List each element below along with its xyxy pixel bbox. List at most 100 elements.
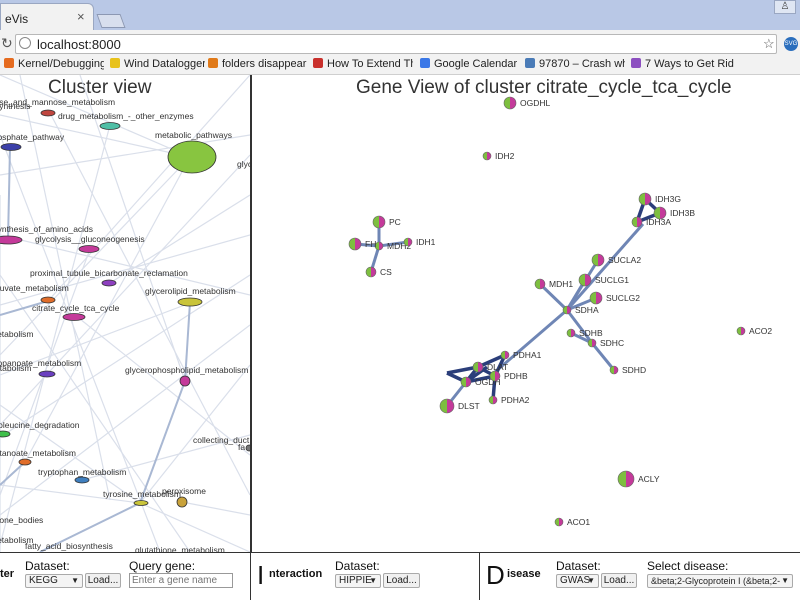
- cluster-node: [99, 122, 121, 130]
- query-gene-input[interactable]: [129, 573, 233, 588]
- bookmark-star-icon[interactable]: ☆: [763, 36, 775, 52]
- chevron-down-icon: ▼: [369, 576, 377, 585]
- gene-label: IDH3A: [646, 217, 671, 227]
- interaction-dataset-select[interactable]: HIPPIE ▼: [335, 574, 381, 588]
- gene-graph[interactable]: OGDHLIDH2PCMDH2 IDH1FHCSIDH3GIDH3BIDH3ASU…: [252, 75, 800, 552]
- cluster-label: fatty_acid_biosynthesis: [25, 541, 113, 551]
- bookmark-item[interactable]: 7 Ways to Get Rid: [631, 57, 741, 72]
- cluster-node: [101, 279, 117, 287]
- gene-node[interactable]: PDHB: [489, 370, 528, 382]
- address-bar[interactable]: [15, 34, 777, 54]
- cluster-dataset-label: Dataset:: [25, 559, 70, 573]
- gene-label: IDH1: [416, 237, 436, 247]
- interaction-load-button[interactable]: Load...: [383, 573, 420, 588]
- bookmark-item[interactable]: How To Extend Th: [313, 57, 413, 72]
- gene-node[interactable]: OGDHL: [503, 96, 551, 110]
- cluster-graph[interactable]: fructose_and_mannose_metabolismsynthesis…: [0, 75, 250, 552]
- gene-node[interactable]: CS: [365, 266, 392, 278]
- reload-icon[interactable]: ↻: [1, 35, 13, 52]
- cluster-dataset-select[interactable]: KEGG ▼: [25, 574, 83, 588]
- gene-label: OGDHL: [520, 98, 551, 108]
- cluster-node: [78, 245, 100, 253]
- bookmark-item[interactable]: Kernel/Debugging: [4, 57, 104, 72]
- control-divider: [250, 552, 251, 600]
- cluster-load-button[interactable]: Load...: [85, 573, 121, 588]
- gene-node[interactable]: PC: [372, 215, 401, 229]
- interaction-dataset-value: HIPPIE: [339, 575, 372, 586]
- bookmark-favicon-icon: [4, 58, 14, 68]
- disease-dataset-label: Dataset:: [556, 559, 601, 573]
- gene-label: PDHA2: [501, 395, 530, 405]
- cluster-node: [40, 109, 56, 117]
- cluster-node: [62, 313, 86, 321]
- cluster-label: ketone_bodies: [0, 515, 43, 525]
- gene-node[interactable]: IDH3G: [638, 192, 681, 206]
- gene-node[interactable]: DLST: [439, 398, 480, 414]
- disease-dataset-select[interactable]: GWAS ▼: [556, 574, 599, 588]
- gene-label: SDHD: [622, 365, 646, 375]
- cluster-node: [74, 476, 90, 484]
- gene-node[interactable]: ACO2: [736, 326, 772, 336]
- gene-node[interactable]: PDHA2: [488, 395, 530, 405]
- gene-node[interactable]: SDHD: [609, 365, 646, 375]
- cluster-label: glutathione_metabolism: [135, 545, 225, 552]
- gene-view-panel[interactable]: Gene View of cluster citrate_cycle_tca_c…: [252, 75, 800, 552]
- control-divider: [479, 552, 480, 600]
- bookmark-item[interactable]: 97870 – Crash wh: [525, 57, 625, 72]
- gene-node[interactable]: IDH2: [482, 151, 515, 161]
- gene-node[interactable]: ACO1: [554, 517, 590, 527]
- gene-label: SUCLG1: [595, 275, 629, 285]
- tab-close-icon[interactable]: ×: [77, 9, 85, 24]
- chevron-down-icon: ▼: [781, 576, 789, 585]
- disease-load-button[interactable]: Load...: [601, 573, 637, 588]
- gene-node[interactable]: SDHC: [587, 338, 624, 348]
- gene-node[interactable]: SUCLA2: [591, 253, 641, 267]
- gene-node[interactable]: DLAT: [472, 361, 508, 373]
- cluster-label: glycolysis__gluconeogenesis: [35, 234, 145, 244]
- cluster-label: synthesis: [0, 101, 30, 111]
- gene-node[interactable]: MDH1: [534, 278, 573, 290]
- cluster-node: [38, 370, 56, 378]
- gene-node[interactable]: IDH3A: [631, 216, 671, 228]
- chevron-down-icon: ▼: [71, 576, 79, 585]
- gene-node[interactable]: ACLY: [617, 470, 660, 488]
- gene-node[interactable]: IDH1: [403, 237, 436, 247]
- gene-label: MDH1: [549, 279, 573, 289]
- interaction-initial: I: [257, 560, 265, 590]
- url-text[interactable]: localhost:8000: [37, 37, 121, 52]
- bookmark-item[interactable]: Google Calendar -: [420, 57, 520, 72]
- browser-tab[interactable]: eVis ×: [0, 3, 94, 30]
- bookmark-item[interactable]: folders disappear: [208, 57, 308, 72]
- page-info-icon[interactable]: [19, 37, 31, 49]
- cluster-label: metabolism: [0, 329, 33, 339]
- cluster-label: fa: [238, 442, 245, 452]
- cluster-label: glycerophospholipid_metabolism: [125, 365, 248, 375]
- gene-label: SDHA: [575, 305, 599, 315]
- cluster-label: biosynthesis_of_amino_acids: [0, 224, 93, 234]
- interaction-dataset-label: Dataset:: [335, 559, 380, 573]
- chevron-down-icon: ▼: [587, 576, 595, 585]
- cluster-node: [0, 430, 11, 438]
- gene-node[interactable]: SUCLG2: [589, 291, 640, 305]
- cluster-label: butanoate_metabolism: [0, 448, 76, 458]
- extension-icon[interactable]: SVG: [784, 37, 798, 51]
- cluster-view-panel[interactable]: Cluster view se_and_mannose_metabolism y…: [0, 75, 250, 552]
- cluster-label: metabolism: [0, 363, 31, 373]
- gene-node[interactable]: SDHA: [562, 305, 599, 315]
- cluster-label: drug_metabolism_-_other_enzymes: [58, 111, 194, 121]
- cluster-node: [18, 458, 32, 466]
- cluster-label: proximal_tubule_bicarbonate_reclamation: [30, 268, 188, 278]
- gene-node[interactable]: SDHB: [566, 328, 603, 338]
- bookmark-favicon-icon: [110, 58, 120, 68]
- gene-label: PDHB: [504, 371, 528, 381]
- disease-select-value: &beta;2-Glycoprotein I (&beta;2-: [651, 576, 781, 586]
- cluster-label: tyrosine_metabolism: [103, 489, 181, 499]
- gene-node[interactable]: PDHA1: [500, 350, 542, 360]
- gene-node[interactable]: SUCLG1: [578, 273, 629, 287]
- user-profile-icon[interactable]: ♙: [774, 0, 796, 14]
- gene-label: ACLY: [638, 474, 660, 484]
- new-tab-button[interactable]: [96, 14, 126, 28]
- cluster-dataset-value: KEGG: [29, 575, 58, 586]
- bookmark-item[interactable]: Wind Datalogger: [110, 57, 205, 72]
- disease-select[interactable]: &beta;2-Glycoprotein I (&beta;2- ▼: [647, 574, 793, 588]
